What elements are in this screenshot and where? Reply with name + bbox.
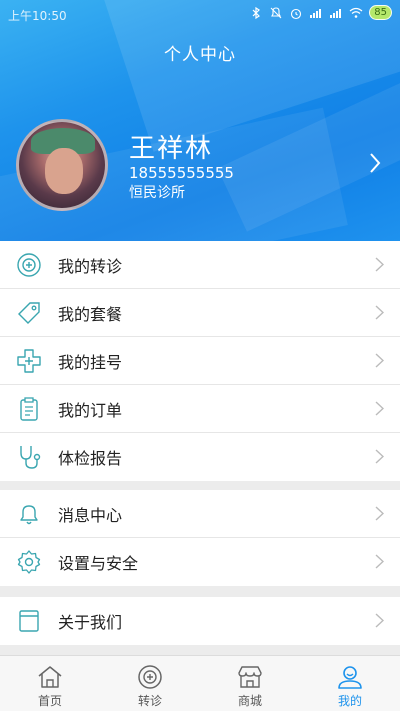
menu-label-settings: 设置与安全 <box>58 554 139 573</box>
referral-tab-icon <box>138 665 162 689</box>
menu-item-referral[interactable]: 我的转诊 <box>0 241 400 289</box>
signal-icon-2 <box>330 8 342 18</box>
menu-group-about: 关于我们 <box>0 597 400 645</box>
page-title: 个人中心 <box>164 45 236 65</box>
menu-item-settings[interactable]: 设置与安全 <box>0 538 400 586</box>
chevron-right-icon <box>375 613 384 628</box>
menu-label-checkup-report: 体检报告 <box>58 449 123 468</box>
profile-header: 上午10:50 85 个人中心 王祥林 18555555555 恒民诊所 <box>0 0 400 241</box>
menu-label-orders: 我的订单 <box>58 400 123 420</box>
battery-indicator: 85 <box>369 5 392 20</box>
tab-label-home: 首页 <box>37 694 62 708</box>
tab-label-mine: 我的 <box>337 694 362 708</box>
menu-item-packages[interactable]: 我的套餐 <box>0 289 400 337</box>
bell-icon <box>16 501 42 527</box>
menu-label-packages: 我的套餐 <box>58 304 123 324</box>
home-icon <box>38 666 62 688</box>
user-phone: 18555555555 <box>129 164 234 182</box>
chevron-right-icon <box>375 554 384 569</box>
menu-item-about[interactable]: 关于我们 <box>0 597 400 645</box>
menu-label-messages: 消息中心 <box>58 505 123 525</box>
bluetooth-icon <box>252 6 261 19</box>
referral-icon <box>16 252 42 278</box>
tab-label-referral: 转诊 <box>137 694 162 708</box>
mute-icon <box>270 6 282 18</box>
menu-item-checkup-report[interactable]: 体检报告 <box>0 433 400 481</box>
tab-home[interactable]: 首页 <box>0 656 100 711</box>
wifi-icon <box>349 7 363 18</box>
menu-label-referral: 我的转诊 <box>58 256 123 276</box>
store-icon <box>238 666 262 688</box>
chevron-right-icon <box>375 353 384 368</box>
chevron-right-icon <box>375 257 384 272</box>
signal-icon <box>310 8 322 18</box>
user-clinic: 恒民诊所 <box>129 185 185 201</box>
tab-mine[interactable]: 我的 <box>300 656 400 711</box>
status-bar: 上午10:50 85 <box>0 0 400 28</box>
menu-group-main: 我的转诊 我的套餐 我的挂号 我的订单 体检报告 <box>0 241 400 481</box>
tab-label-store: 商城 <box>237 694 262 708</box>
clipboard-icon <box>16 396 42 422</box>
gear-icon <box>16 549 42 575</box>
menu-item-orders[interactable]: 我的订单 <box>0 385 400 433</box>
medical-cross-icon <box>16 348 42 374</box>
chevron-right-icon <box>375 449 384 464</box>
bottom-tab-bar: 首页 转诊 商城 我的 <box>0 655 400 711</box>
info-card-icon <box>16 608 42 634</box>
stethoscope-icon <box>16 444 42 470</box>
menu-item-registration[interactable]: 我的挂号 <box>0 337 400 385</box>
menu-label-about: 关于我们 <box>58 613 123 632</box>
profile-icon <box>338 666 362 689</box>
user-name: 王祥林 <box>129 134 214 164</box>
alarm-icon <box>291 8 302 19</box>
menu-label-registration: 我的挂号 <box>58 352 123 372</box>
profile-chevron-right-icon[interactable] <box>368 152 382 174</box>
tab-store[interactable]: 商城 <box>200 656 300 711</box>
tag-icon <box>16 300 42 326</box>
chevron-right-icon <box>375 401 384 416</box>
menu-item-messages[interactable]: 消息中心 <box>0 490 400 538</box>
avatar[interactable] <box>16 119 108 211</box>
chevron-right-icon <box>375 506 384 521</box>
chevron-right-icon <box>375 305 384 320</box>
tab-referral[interactable]: 转诊 <box>100 656 200 711</box>
status-time: 上午10:50 <box>8 9 67 23</box>
menu-group-settings: 消息中心 设置与安全 <box>0 490 400 586</box>
